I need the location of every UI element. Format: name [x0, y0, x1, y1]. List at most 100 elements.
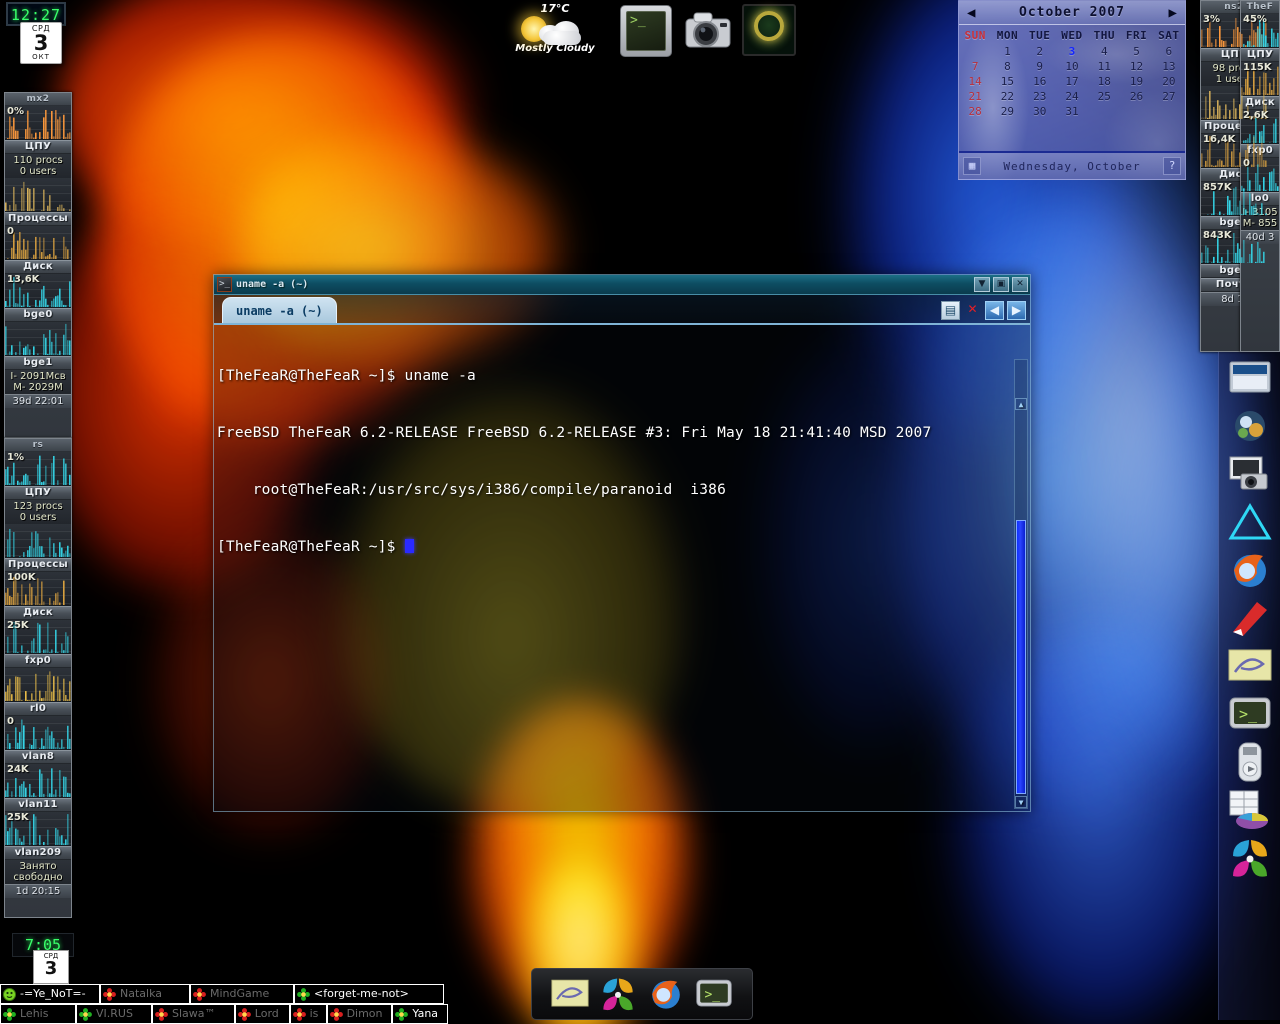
terminal-titlebar[interactable]: >_ uname -a (~) ▼ ▣ ✕: [214, 275, 1030, 295]
calendar-day[interactable]: 20: [1153, 74, 1185, 89]
monitor-chart[interactable]: 843K: [1201, 230, 1267, 264]
monitor-label[interactable]: vlan8: [5, 750, 71, 764]
weather-widget[interactable]: 17°C Mostly Cloudy: [495, 2, 615, 60]
monitor-label[interactable]: Процессы: [5, 558, 71, 572]
calendar-day[interactable]: 27: [1153, 89, 1185, 104]
firefox-icon[interactable]: [645, 975, 687, 1013]
calendar-day[interactable]: 10: [1056, 59, 1088, 74]
music-player-icon[interactable]: [1227, 740, 1273, 784]
left-arrow-icon[interactable]: ◀: [967, 6, 975, 20]
taskbar-row[interactable]: Lehis VI.RUS Slawa™ Lord is Dimon Yana: [0, 1004, 449, 1024]
monitor-chart[interactable]: 100K: [5, 572, 71, 606]
taskbar[interactable]: -=Ye_NoT=- Natalka MindGame <forget-me-not>…: [0, 984, 449, 1024]
taskbar-item[interactable]: <forget-me-not>: [294, 984, 444, 1004]
calendar-day[interactable]: 19: [1120, 74, 1152, 89]
calendar-icon[interactable]: ▦: [963, 157, 981, 175]
calendar-day[interactable]: 11: [1088, 59, 1120, 74]
monitor-label[interactable]: Процессы: [5, 212, 71, 226]
calendar-day[interactable]: 2: [1024, 44, 1056, 59]
terminal-window[interactable]: >_ uname -a (~) ▼ ▣ ✕ uname -a (~) ▤ ✕ ◀…: [213, 274, 1031, 812]
geometry-triangle-icon[interactable]: [1227, 500, 1273, 544]
color-palette-icon[interactable]: [1227, 836, 1273, 880]
calendar-day-today[interactable]: 3: [1056, 44, 1088, 59]
calendar-day[interactable]: 15: [991, 74, 1023, 89]
calendar-day[interactable]: 16: [1024, 74, 1056, 89]
monitor-label[interactable]: bge0: [5, 308, 71, 322]
taskbar-item[interactable]: Natalka: [100, 984, 190, 1004]
calendar-day[interactable]: 1: [991, 44, 1023, 59]
editor-swirl-icon[interactable]: [1227, 644, 1273, 688]
monitor-chart[interactable]: 25K: [5, 812, 71, 846]
prev-tab-button[interactable]: ◀: [985, 301, 1004, 320]
calendar-day[interactable]: 26: [1120, 89, 1152, 104]
calendar-day[interactable]: 5: [1120, 44, 1152, 59]
calendar-day[interactable]: 21: [959, 89, 991, 104]
calendar-day[interactable]: 28: [959, 104, 991, 119]
next-tab-button[interactable]: ▶: [1007, 301, 1026, 320]
display-monitor-icon[interactable]: [742, 4, 796, 56]
help-icon[interactable]: ?: [1163, 157, 1181, 175]
calendar-day[interactable]: 6: [1153, 44, 1185, 59]
editor-swirl-icon[interactable]: [549, 975, 591, 1013]
close-tab-button[interactable]: ✕: [963, 301, 982, 320]
calendar-day[interactable]: 23: [1024, 89, 1056, 104]
calendar-day[interactable]: 18: [1088, 74, 1120, 89]
monitor-label[interactable]: fxp0: [5, 654, 71, 668]
monitor-chart[interactable]: 1%: [5, 452, 71, 486]
firefox-icon[interactable]: [1227, 548, 1273, 592]
calendar-grid[interactable]: SUN MON TUE WED THU FRI SAT 1 2 3 4 5 6 7 8 9 10 11 12 13 1…: [959, 28, 1185, 119]
system-monitor-panel-mx2[interactable]: mx2 0% ЦПУ 110 procs 0 users Процессы 0 Диск 13,…: [4, 92, 72, 438]
terminal-tab[interactable]: uname -a (~): [222, 297, 337, 323]
monitor-chart[interactable]: 115K: [1241, 62, 1279, 96]
system-monitor-panel-thefear[interactable]: TheF 45% ЦПУ 115K Диск 2,6K fxp0 0 lo0 I- 3105 M- …: [1240, 0, 1280, 352]
spreadsheet-chart-icon[interactable]: [1227, 788, 1273, 832]
right-arrow-icon[interactable]: ▶: [1169, 6, 1177, 20]
monitor-label[interactable]: Диск: [5, 606, 71, 620]
calendar-day[interactable]: 7: [959, 59, 991, 74]
monitor-label[interactable]: ЦПУ: [5, 140, 71, 154]
color-palette-icon[interactable]: [597, 975, 639, 1013]
monitor-chart[interactable]: 0: [1241, 158, 1279, 192]
monitor-label[interactable]: Диск: [5, 260, 71, 274]
taskbar-item[interactable]: Lehis: [0, 1004, 76, 1024]
taskbar-item[interactable]: MindGame: [190, 984, 294, 1004]
taskbar-item[interactable]: Yana: [392, 1004, 449, 1024]
maximize-button[interactable]: ▣: [993, 277, 1009, 292]
monitor-chart[interactable]: 45%: [1241, 14, 1279, 48]
terminal-output[interactable]: [TheFeaR@TheFeaR ~]$ uname -a FreeBSD Th…: [214, 325, 1030, 811]
scrollbar-thumb[interactable]: [1016, 520, 1026, 794]
taskbar-item[interactable]: Lord: [234, 1004, 290, 1024]
terminal-icon[interactable]: >_: [1227, 692, 1273, 736]
monitor-chart[interactable]: [5, 178, 71, 212]
taskbar-item[interactable]: is: [289, 1004, 327, 1024]
taskbar-item[interactable]: -=Ye_NoT=-: [0, 984, 100, 1004]
taskbar-item[interactable]: VI.RUS: [76, 1004, 152, 1024]
monitor-chart[interactable]: 2,6K: [1241, 110, 1279, 144]
taskbar-row[interactable]: -=Ye_NoT=- Natalka MindGame <forget-me-not>: [0, 984, 448, 1004]
calendar-widget[interactable]: ◀ October 2007 ▶ SUN MON TUE WED THU FRI SAT 1…: [958, 0, 1186, 180]
calendar-day[interactable]: 13: [1153, 59, 1185, 74]
monitor-chart[interactable]: 25K: [5, 620, 71, 654]
monitor-label[interactable]: vlan11: [5, 798, 71, 812]
monitor-label[interactable]: rl0: [5, 702, 71, 716]
calendar-day[interactable]: 12: [1120, 59, 1152, 74]
calendar-day[interactable]: 8: [991, 59, 1023, 74]
calendar-day[interactable]: 4: [1088, 44, 1120, 59]
monitor-chart[interactable]: [5, 322, 71, 356]
system-monitor-panel-rs[interactable]: rs 1% ЦПУ 123 procs 0 users Процессы 100K Диск 2…: [4, 438, 72, 918]
bottom-icon-dock[interactable]: >_: [531, 968, 753, 1020]
terminal-tabbar[interactable]: uname -a (~) ▤ ✕ ◀ ▶: [214, 295, 1030, 325]
monitor-chart[interactable]: [5, 524, 71, 558]
calendar-day[interactable]: 31: [1056, 104, 1088, 119]
taskbar-item[interactable]: Slawa™: [152, 1004, 235, 1024]
terminal-scrollbar[interactable]: ▲ ▼: [1014, 359, 1028, 809]
calendar-day[interactable]: 29: [991, 104, 1023, 119]
monitor-label[interactable]: ЦПУ: [5, 486, 71, 500]
monitor-label[interactable]: bge1: [5, 356, 71, 370]
scroll-up-button[interactable]: ▲: [1015, 398, 1027, 410]
calendar-day[interactable]: 14: [959, 74, 991, 89]
camera-photo-icon[interactable]: [1227, 452, 1273, 496]
monitor-label[interactable]: vlan209: [5, 846, 71, 860]
taskbar-item[interactable]: Dimon: [326, 1004, 393, 1024]
monitor-chart[interactable]: 0: [5, 716, 71, 750]
